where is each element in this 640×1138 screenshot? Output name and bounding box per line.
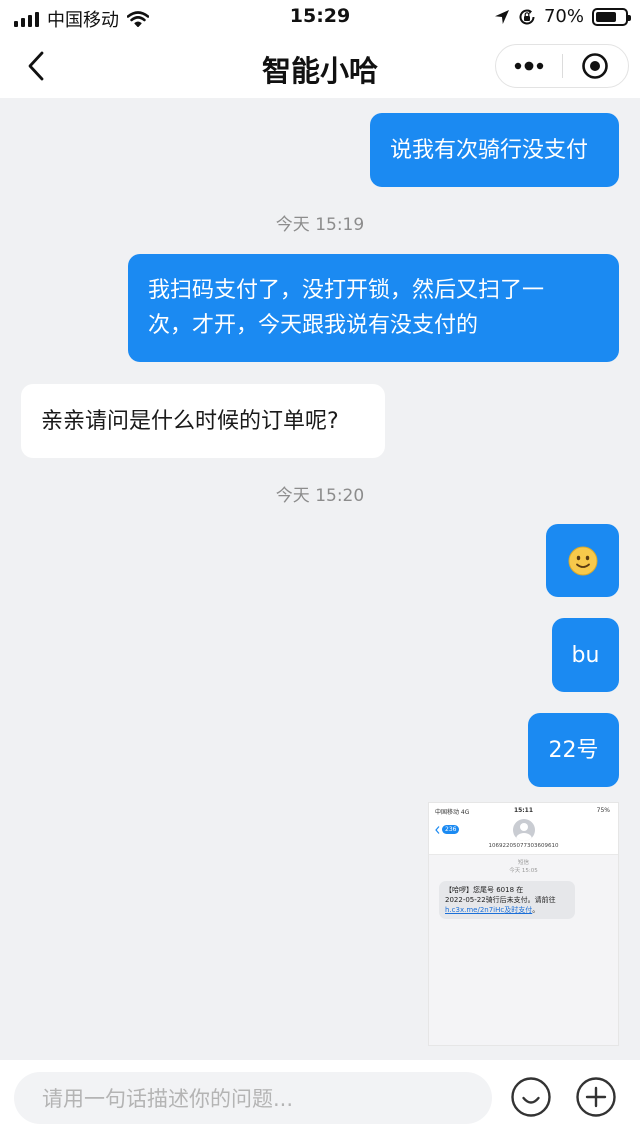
message-text: 亲亲请问是什么时候的订单呢? [41,408,339,434]
message-text: 说我有次骑行没支付 [390,137,589,163]
message-text-line: 我扫码支付了，没打开锁，然后又扫了一 [148,278,545,303]
message-input[interactable]: 请用一句话描述你的问题... [14,1072,492,1124]
message-bubble-incoming[interactable]: 亲亲请问是什么时候的订单呢? [21,384,385,458]
nav-bar: 智能小哈 [0,34,640,98]
message-text: 22号 [548,737,599,763]
screenshot-time: 15:11 [513,807,534,814]
battery-percent: 70% [543,6,584,27]
input-placeholder: 请用一句话描述你的问题... [42,1087,294,1111]
location-arrow-icon [494,9,509,24]
message-bubble-outgoing[interactable]: 我扫码支付了，没打开锁，然后又扫了一 次，才开，今天跟我说有没支付的 [128,254,619,362]
unread-badge: 236 [442,825,460,834]
battery-icon [592,7,631,26]
image-message-screenshot[interactable]: 中国移动 4G 15:11 75% 236 106922050773036096… [428,802,619,1046]
status-left: 中国移动 [14,6,149,32]
more-dots-icon [514,61,543,71]
back-button[interactable] [18,48,54,84]
message-bubble-outgoing[interactable]: bu [552,618,619,692]
screenshot-header: 中国移动 4G 15:11 75% 236 106922050773036096… [429,803,618,855]
chevron-left-icon [435,825,440,834]
meta-time: 今天 15:05 [509,868,538,874]
carrier-name: 中国移动 [47,10,119,31]
sms-line: 【哈啰】您尾号 6018 在 [445,886,524,894]
smiley-icon [511,1077,551,1117]
add-button[interactable] [575,1076,617,1118]
emoji-button[interactable] [510,1076,552,1118]
sms-link: h.c3x.me/2n7iHc [445,906,505,914]
message-bubble-outgoing[interactable] [546,524,619,597]
miniapp-capsule [495,44,629,88]
signal-icon [14,11,39,27]
message-bubble-outgoing[interactable]: 22号 [528,713,619,787]
input-bar: 请用一句话描述你的问题... [0,1060,640,1138]
more-button[interactable] [496,45,562,87]
sender-number: 10692205077303609610 [488,843,559,849]
message-text-line: 次，才开，今天跟我说有没支付的 [148,313,479,338]
message-timestamp: 今天 15:19 [275,215,365,235]
screenshot-battery: 75% [596,807,610,814]
sms-link-suffix: 及时支付 [504,906,533,914]
sms-bubble: 【哈啰】您尾号 6018 在 2022-05-22骑行后未支付。请前往 h.c3… [439,881,575,919]
chevron-left-icon [28,51,44,81]
message-timestamp: 今天 15:20 [275,486,365,506]
meta-label: 短信 [517,860,529,866]
plus-circle-icon [576,1077,616,1117]
target-circle-icon [582,53,609,79]
smiley-emoji-icon [568,546,597,575]
status-bar: 中国移动 15:29 70% [0,0,640,34]
battery-fill [596,11,616,22]
wifi-icon [127,11,149,27]
close-miniapp-button[interactable] [563,45,629,87]
sms-end: 。 [532,906,540,914]
sms-line: h.c3x.me/2n7iHc及时支付。 [445,905,569,915]
message-text: bu [571,642,600,668]
contact-avatar-icon [513,819,535,841]
message-bubble-outgoing[interactable]: 说我有次骑行没支付 [370,113,619,187]
rotation-lock-icon [519,8,535,24]
sms-line: 2022-05-22骑行后未支付。请前往 [445,896,556,904]
screenshot-meta: 短信 今天 15:05 [429,859,618,875]
screenshot-back: 236 [435,825,460,834]
status-right: 70% [494,6,631,27]
